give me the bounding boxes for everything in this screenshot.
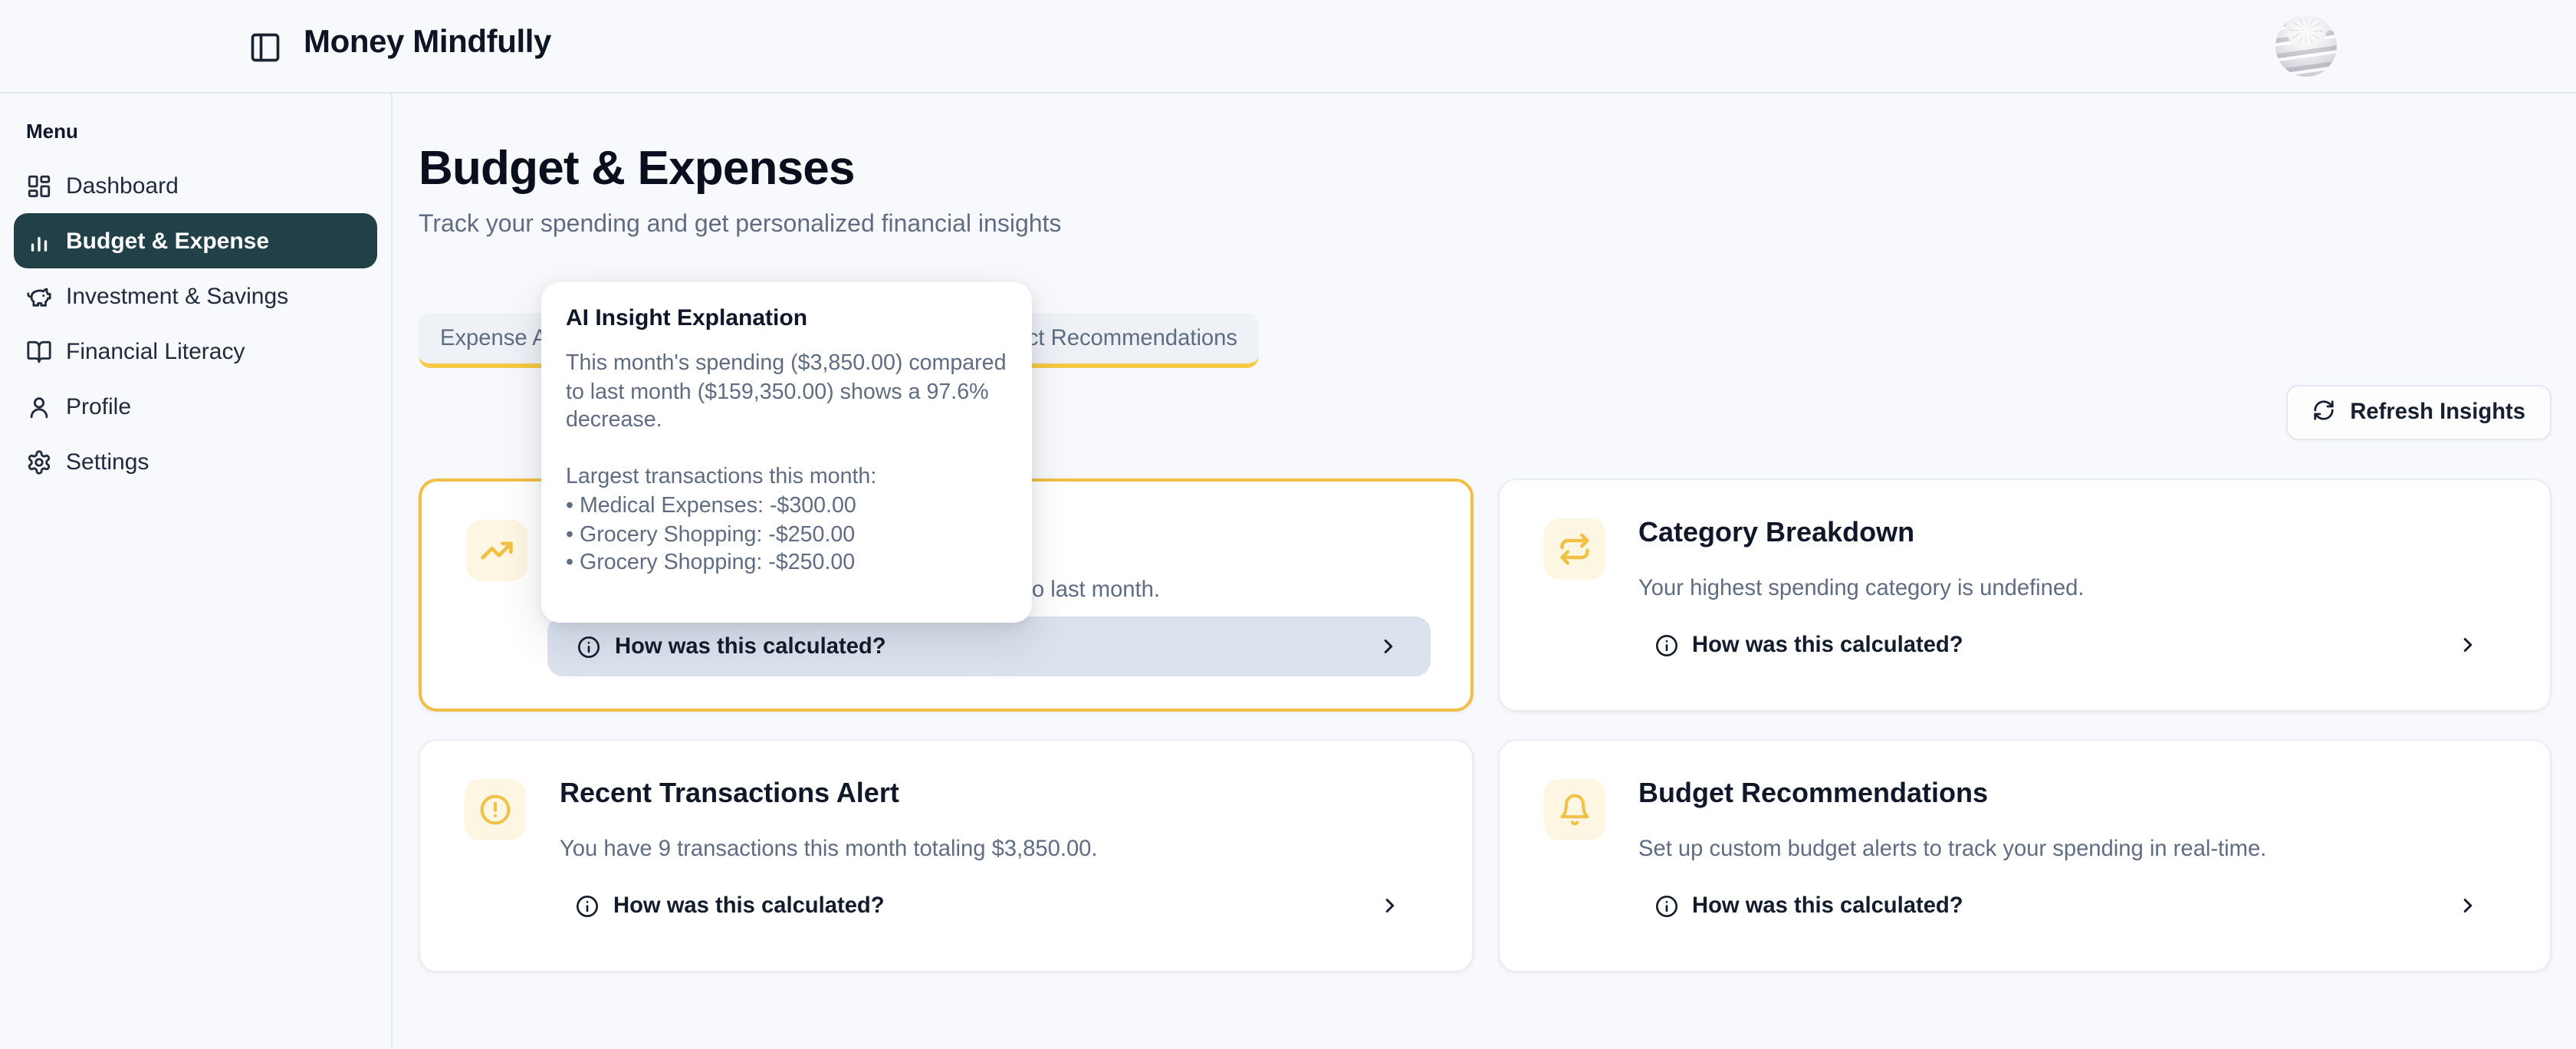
how-calculated-button[interactable]: How was this calculated? bbox=[547, 617, 1430, 676]
info-icon bbox=[575, 893, 600, 918]
refresh-insights-button[interactable]: Refresh Insights bbox=[2285, 385, 2551, 440]
app: Money Mindfully Menu Dashboard Budget & … bbox=[0, 0, 2576, 1049]
chevron-right-icon bbox=[1378, 894, 1401, 917]
sidebar-item-investment-savings[interactable]: Investment & Savings bbox=[14, 268, 377, 324]
popup-title: AI Insight Explanation bbox=[566, 305, 1007, 331]
sidebar-nav: Dashboard Budget & Expense Investment & … bbox=[0, 158, 391, 489]
card-description: Set up custom budget alerts to track you… bbox=[1638, 837, 2266, 862]
book-open-icon bbox=[26, 338, 52, 364]
bell-icon bbox=[1543, 779, 1605, 840]
trending-up-icon bbox=[466, 520, 527, 581]
sidebar-item-profile[interactable]: Profile bbox=[14, 379, 377, 434]
how-calculated-label: How was this calculated? bbox=[1692, 893, 1963, 918]
sidebar-item-label: Investment & Savings bbox=[66, 283, 288, 309]
card-budget-recommendations: Budget Recommendations Set up custom bud… bbox=[1497, 739, 2551, 972]
card-category-breakdown: Category Breakdown Your highest spending… bbox=[1497, 478, 2551, 712]
page-title: Budget & Expenses bbox=[419, 140, 2551, 198]
dashboard-icon bbox=[26, 173, 52, 199]
user-icon bbox=[26, 393, 52, 419]
sidebar-item-dashboard[interactable]: Dashboard bbox=[14, 158, 377, 213]
card-title: Recent Transactions Alert bbox=[560, 778, 899, 810]
card-recent-transactions: Recent Transactions Alert You have 9 tra… bbox=[419, 739, 1473, 972]
how-calculated-button[interactable]: How was this calculated? bbox=[546, 876, 1431, 936]
top-header: Money Mindfully bbox=[0, 0, 2576, 94]
card-description: Your highest spending category is undefi… bbox=[1638, 577, 2084, 601]
sidebar: Menu Dashboard Budget & Expense Investme… bbox=[0, 94, 393, 1049]
sidebar-item-label: Profile bbox=[66, 393, 131, 419]
alert-circle-icon bbox=[465, 779, 526, 840]
info-icon bbox=[1654, 633, 1678, 657]
sidebar-item-label: Dashboard bbox=[66, 173, 179, 199]
card-title: Budget Recommendations bbox=[1638, 778, 1988, 810]
refresh-icon bbox=[2312, 398, 2334, 427]
ai-insight-popup: AI Insight Explanation This month's spen… bbox=[541, 282, 1032, 623]
repeat-icon bbox=[1543, 518, 1605, 580]
card-title: Category Breakdown bbox=[1638, 517, 1914, 549]
page-subtitle: Track your spending and get personalized… bbox=[419, 212, 2551, 239]
sidebar-item-budget-expense[interactable]: Budget & Expense bbox=[14, 213, 377, 268]
piggy-bank-icon bbox=[26, 283, 52, 309]
app-title: Money Mindfully bbox=[304, 25, 551, 61]
profile-avatar[interactable] bbox=[2275, 15, 2337, 77]
sidebar-item-label: Budget & Expense bbox=[66, 228, 269, 254]
how-calculated-button[interactable]: How was this calculated? bbox=[1625, 876, 2510, 936]
info-icon bbox=[1654, 893, 1678, 918]
how-calculated-label: How was this calculated? bbox=[1692, 633, 1963, 657]
gear-icon bbox=[26, 449, 52, 475]
how-calculated-button[interactable]: How was this calculated? bbox=[1625, 615, 2510, 675]
how-calculated-label: How was this calculated? bbox=[615, 634, 886, 659]
sidebar-item-financial-literacy[interactable]: Financial Literacy bbox=[14, 324, 377, 379]
sidebar-item-settings[interactable]: Settings bbox=[14, 434, 377, 489]
sidebar-item-label: Financial Literacy bbox=[66, 338, 245, 364]
sidebar-toggle-button[interactable] bbox=[248, 31, 282, 64]
chevron-right-icon bbox=[2456, 894, 2479, 917]
chevron-right-icon bbox=[1376, 635, 1399, 658]
sidebar-item-label: Settings bbox=[66, 449, 149, 475]
chart-column-icon bbox=[26, 228, 52, 254]
sidebar-menu-label: Menu bbox=[26, 120, 391, 143]
card-description: You have 9 transactions this month total… bbox=[560, 837, 1098, 862]
chevron-right-icon bbox=[2456, 633, 2479, 656]
popup-body: This month's spending ($3,850.00) compar… bbox=[566, 350, 1007, 578]
panel-left-icon bbox=[248, 46, 282, 69]
info-icon bbox=[577, 634, 601, 659]
how-calculated-label: How was this calculated? bbox=[613, 893, 885, 918]
refresh-insights-label: Refresh Insights bbox=[2350, 400, 2525, 425]
